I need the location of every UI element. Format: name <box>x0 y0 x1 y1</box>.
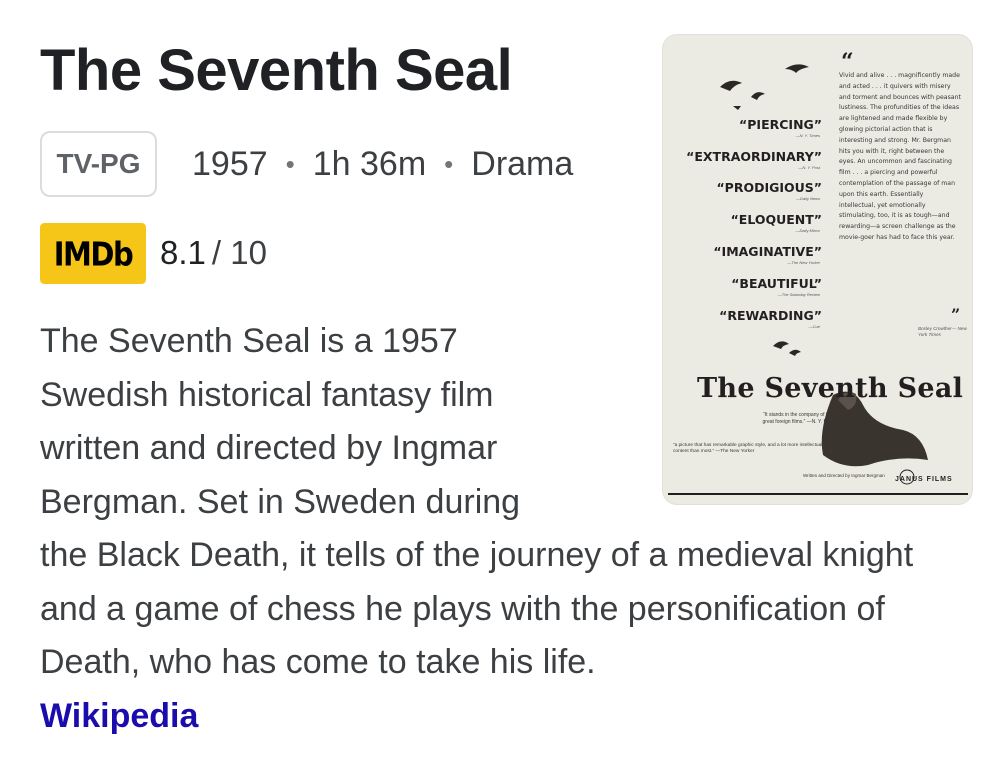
movie-title: The Seventh Seal <box>40 38 513 103</box>
poster-quote: “IMAGINATIVE” <box>713 244 822 259</box>
movie-poster[interactable]: “ “PIERCING” —N. Y. Times “EXTRAORDINARY… <box>663 35 972 504</box>
wikipedia-link[interactable]: Wikipedia <box>40 692 198 740</box>
poster-quote-secondary: “a picture that has remarkable graphic s… <box>673 443 823 455</box>
poster-quote-source: —The Saturday Review <box>777 292 820 297</box>
close-quote-mark: ” <box>951 305 961 324</box>
poster-quote-source: —Cue <box>808 324 820 329</box>
poster-quote-source: —The New Yorker <box>787 260 820 265</box>
poster-quote-source: —N. Y. Post <box>798 165 820 170</box>
poster-title: The Seventh Seal <box>697 373 964 404</box>
poster-review-source: Bosley Crowther— New York Times <box>918 326 967 337</box>
poster-quote: “BEAUTIFUL” <box>731 276 822 291</box>
poster-credit: Written and Directed by Ingmar Bergman <box>803 473 885 478</box>
separator-dot: • <box>285 148 295 179</box>
imdb-score-max: / 10 <box>211 234 267 271</box>
genre: Drama <box>471 144 574 183</box>
movie-meta: 1957 • 1h 36m • Drama <box>192 140 573 188</box>
poster-tagline: “It stands in the company of the great f… <box>762 412 834 425</box>
imdb-rating[interactable]: IMDb 8.1 / 10 <box>40 222 267 284</box>
poster-quote: “PIERCING” <box>739 117 822 132</box>
poster-quote: “ELOQUENT” <box>730 212 822 227</box>
poster-quote: “REWARDING” <box>719 308 822 323</box>
imdb-logo-icon: IMDb <box>40 222 146 284</box>
content-rating-badge: TV-PG <box>40 131 157 197</box>
imdb-score: 8.1 <box>160 234 206 271</box>
poster-review: Vivid and alive . . . magnificently made… <box>839 72 961 241</box>
runtime: 1h 36m <box>312 144 427 183</box>
release-year: 1957 <box>192 144 268 183</box>
poster-quote: “EXTRAORDINARY” <box>686 149 822 164</box>
poster-quote-source: —N. Y. Times <box>795 133 820 138</box>
separator-dot: • <box>444 148 454 179</box>
poster-quote-source: —Daily Mirror <box>795 228 820 233</box>
poster-quote-source: —Daily News <box>795 196 820 201</box>
distributor-logo: JANUS FILMS <box>895 476 953 483</box>
poster-quote: “PRODIGIOUS” <box>716 180 822 195</box>
